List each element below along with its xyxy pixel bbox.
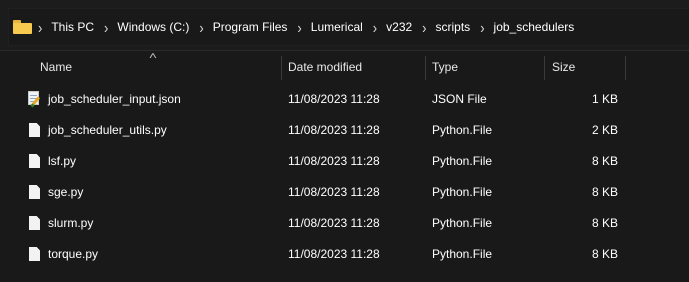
- file-size: 8 KB: [591, 185, 618, 199]
- json-file-icon: [28, 91, 41, 108]
- breadcrumb-job-schedulers[interactable]: job_schedulers: [494, 20, 575, 34]
- file-date: 11/08/2023 11:28: [288, 92, 380, 106]
- file-type: Python.File: [432, 185, 493, 199]
- file-type: JSON File: [432, 92, 487, 106]
- file-name[interactable]: lsf.py: [48, 146, 76, 177]
- column-divider[interactable]: [625, 56, 626, 80]
- breadcrumb-this-pc[interactable]: This PC: [51, 20, 94, 34]
- file-size: 8 KB: [591, 216, 618, 230]
- column-header-row: ˄ Name Date modified Type Size: [0, 51, 689, 84]
- file-size: 8 KB: [591, 154, 618, 168]
- chevron-right-icon[interactable]: ›: [480, 18, 484, 36]
- file-size: 1 KB: [591, 92, 618, 106]
- file-row[interactable]: sge.py 11/08/2023 11:28 Python.File 8 KB: [0, 177, 689, 208]
- breadcrumb-v232[interactable]: v232: [386, 20, 412, 34]
- column-divider[interactable]: [544, 56, 545, 80]
- file-name[interactable]: torque.py: [48, 239, 98, 270]
- file-type: Python.File: [432, 154, 493, 168]
- breadcrumb-program-files[interactable]: Program Files: [213, 20, 288, 34]
- file-row[interactable]: torque.py 11/08/2023 11:28 Python.File 8…: [0, 239, 689, 270]
- chevron-right-icon[interactable]: ›: [373, 18, 377, 36]
- file-name[interactable]: slurm.py: [48, 208, 93, 239]
- file-icon: [29, 247, 40, 261]
- breadcrumb-scripts[interactable]: scripts: [436, 20, 471, 34]
- column-header-date-modified[interactable]: Date modified: [288, 51, 423, 84]
- file-size: 2 KB: [591, 123, 618, 137]
- file-date: 11/08/2023 11:28: [288, 185, 380, 199]
- file-row[interactable]: lsf.py 11/08/2023 11:28 Python.File 8 KB: [0, 146, 689, 177]
- column-header-type[interactable]: Type: [432, 51, 542, 84]
- file-icon: [29, 154, 40, 168]
- file-icon: [29, 216, 40, 230]
- column-divider[interactable]: [281, 56, 282, 80]
- file-row[interactable]: job_scheduler_input.json 11/08/2023 11:2…: [0, 84, 689, 115]
- chevron-right-icon[interactable]: ›: [297, 18, 301, 36]
- file-name[interactable]: job_scheduler_utils.py: [48, 115, 167, 146]
- file-size: 8 KB: [591, 247, 618, 261]
- file-name[interactable]: sge.py: [48, 177, 83, 208]
- chevron-right-icon[interactable]: ›: [104, 18, 108, 36]
- chevron-right-icon[interactable]: ›: [422, 18, 426, 36]
- file-date: 11/08/2023 11:28: [288, 247, 380, 261]
- column-header-name[interactable]: Name: [40, 51, 280, 84]
- file-icon: [29, 185, 40, 199]
- chevron-right-icon[interactable]: ›: [199, 18, 203, 36]
- chevron-right-icon[interactable]: ›: [38, 18, 42, 36]
- file-row[interactable]: slurm.py 11/08/2023 11:28 Python.File 8 …: [0, 208, 689, 239]
- file-date: 11/08/2023 11:28: [288, 216, 380, 230]
- column-header-size[interactable]: Size: [552, 51, 622, 84]
- address-bar[interactable]: › This PC › Windows (C:) › Program Files…: [0, 0, 689, 51]
- file-name[interactable]: job_scheduler_input.json: [48, 84, 181, 115]
- file-type: Python.File: [432, 123, 493, 137]
- file-row[interactable]: job_scheduler_utils.py 11/08/2023 11:28 …: [0, 115, 689, 146]
- breadcrumb-lumerical[interactable]: Lumerical: [311, 20, 363, 34]
- breadcrumb[interactable]: › This PC › Windows (C:) › Program Files…: [8, 8, 689, 46]
- file-icon: [29, 123, 40, 137]
- breadcrumb-windows-c[interactable]: Windows (C:): [117, 20, 189, 34]
- folder-icon: [13, 20, 32, 34]
- file-type: Python.File: [432, 247, 493, 261]
- file-type: Python.File: [432, 216, 493, 230]
- file-list[interactable]: ˄ Name Date modified Type Size job_sched…: [0, 51, 689, 270]
- file-date: 11/08/2023 11:28: [288, 154, 380, 168]
- file-date: 11/08/2023 11:28: [288, 123, 380, 137]
- column-divider[interactable]: [425, 56, 426, 80]
